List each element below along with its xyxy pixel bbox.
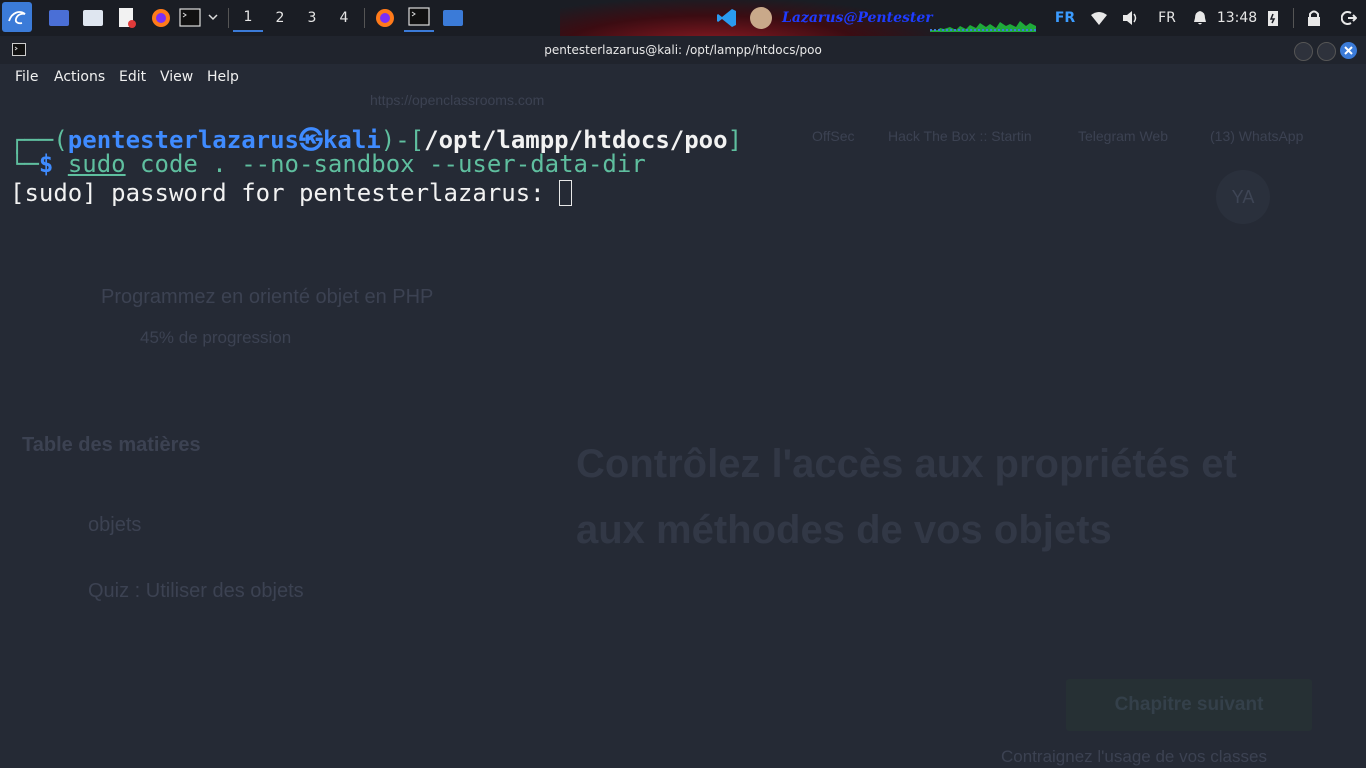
ghost-tab-2: Hack The Box :: Startin xyxy=(888,128,1032,144)
minimize-button[interactable] xyxy=(1294,42,1313,61)
command-sudo: sudo xyxy=(67,150,126,178)
close-icon xyxy=(1344,46,1353,55)
menu-file[interactable]: File xyxy=(15,69,38,85)
keyboard-layout-indicator[interactable]: FR xyxy=(1050,4,1080,32)
ghost-toc-item-1: objets xyxy=(88,514,142,536)
lock-screen-icon[interactable] xyxy=(1304,4,1324,32)
kali-menu-button[interactable] xyxy=(2,2,32,32)
kali-dragon-icon xyxy=(8,11,26,25)
ghost-next-button: Chapitre suivant xyxy=(1066,679,1312,731)
wifi-icon[interactable] xyxy=(1088,4,1110,32)
battery-icon[interactable] xyxy=(1264,4,1282,32)
terminal-cursor[interactable] xyxy=(559,180,573,206)
vscode-icon[interactable] xyxy=(714,4,740,32)
sudo-password-prompt: [sudo] password for pentesterlazarus: xyxy=(10,179,560,207)
menu-bar: File Actions Edit View Help xyxy=(0,64,1366,90)
workspace-2[interactable]: 2 xyxy=(265,4,295,32)
workspace-4[interactable]: 4 xyxy=(329,4,359,32)
menu-actions[interactable]: Actions xyxy=(54,69,105,85)
show-desktop-icon[interactable] xyxy=(46,4,72,32)
downloads-task-icon[interactable] xyxy=(440,4,466,32)
terminal-window[interactable]: https://openclassrooms.com OffSec Hack T… xyxy=(0,36,1366,768)
file-manager-icon[interactable] xyxy=(80,4,106,32)
locale-indicator[interactable]: FR xyxy=(1152,4,1182,32)
workspace-1[interactable]: 1 xyxy=(233,4,263,32)
firefox-task-icon[interactable] xyxy=(372,4,398,32)
ghost-progress: 45% de progression xyxy=(140,328,292,347)
ghost-url: https://openclassrooms.com xyxy=(370,92,545,108)
command-args: code . --no-sandbox --user-data-dir xyxy=(125,150,646,178)
ghost-toc-item-2: Quiz : Utiliser des objets xyxy=(88,580,304,602)
text-editor-icon[interactable] xyxy=(114,4,140,32)
panel-separator xyxy=(228,8,229,28)
ghost-tab-4: (13) WhatsApp xyxy=(1210,128,1304,144)
maximize-button[interactable] xyxy=(1317,42,1336,61)
prompt-line-2: └─$ sudo code . --no-sandbox --user-data… xyxy=(10,150,646,178)
close-button[interactable] xyxy=(1340,42,1357,59)
window-title: pentesterlazarus@kali: /opt/lampp/htdocs… xyxy=(544,43,822,57)
menu-edit[interactable]: Edit xyxy=(119,69,146,85)
menu-view[interactable]: View xyxy=(160,69,193,85)
notification-bell-icon[interactable] xyxy=(1190,4,1210,32)
network-monitor-graph xyxy=(930,21,1036,32)
volume-icon[interactable] xyxy=(1120,4,1142,32)
ghost-tab-3: Telegram Web xyxy=(1078,128,1169,144)
ghost-next-caption: Contraignez l'usage de vos classes xyxy=(1001,747,1267,766)
sudo-password-line[interactable]: [sudo] password for pentesterlazarus: xyxy=(10,179,573,207)
prompt-bracket: ] xyxy=(727,126,743,154)
user-avatar[interactable] xyxy=(748,4,774,32)
terminal-launcher-icon[interactable] xyxy=(178,4,222,32)
logout-icon[interactable] xyxy=(1338,4,1360,32)
ghost-heading-1: Contrôlez l'accès aux propriétés et xyxy=(576,442,1237,486)
menu-help[interactable]: Help xyxy=(207,69,239,85)
prompt-corner-bottom: └─ xyxy=(10,150,39,178)
ghost-course-title: Programmez en orienté objet en PHP xyxy=(101,286,434,308)
user-label: Lazarus@Pentester xyxy=(782,10,933,26)
panel-separator xyxy=(1293,8,1294,28)
ghost-toc-title: Table des matières xyxy=(22,434,201,456)
ghost-heading-2: aux méthodes de vos objets xyxy=(576,508,1112,552)
firefox-icon[interactable] xyxy=(148,4,174,32)
clock[interactable]: 13:48 xyxy=(1216,4,1258,32)
ghost-avatar: YA xyxy=(1216,170,1270,224)
ghost-tab-1: OffSec xyxy=(812,128,855,144)
prompt-dollar: $ xyxy=(38,150,68,178)
panel-separator xyxy=(364,8,365,28)
workspace-3[interactable]: 3 xyxy=(297,4,327,32)
title-bar[interactable]: pentesterlazarus@kali: /opt/lampp/htdocs… xyxy=(0,36,1366,64)
terminal-task-icon[interactable] xyxy=(404,4,434,32)
top-panel: 1 2 3 4 Lazarus@Pentester FR FR 13:48 xyxy=(0,0,1366,36)
